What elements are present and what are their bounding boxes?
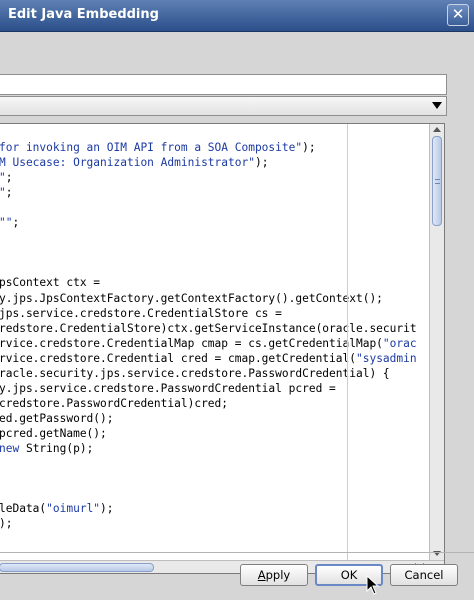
cancel-button[interactable]: Cancel <box>390 564 458 586</box>
code-line: jps.service.credstore.CredentialStore cs… <box>0 307 282 320</box>
scroll-up-icon[interactable] <box>433 127 441 132</box>
code-token: ed.getPassword(); <box>0 411 114 425</box>
code-token: for invoking an OIM API from a SOA Compo… <box>0 141 303 154</box>
right-margin-line <box>347 124 348 560</box>
name-field[interactable] <box>0 74 447 95</box>
code-line: y.jps.service.credstore.PasswordCredenti… <box>0 382 336 395</box>
code-line: "; <box>0 171 13 184</box>
code-line: M Usecase: Organization Administrator"); <box>0 156 268 169</box>
code-token: ; <box>12 216 20 230</box>
code-token: jps.service.credstore.CredentialStore cs… <box>0 306 282 320</box>
dialog-body: for invoking an OIM API from a SOA Compo… <box>0 32 474 600</box>
window-title: Edit Java Embedding <box>8 7 159 22</box>
code-token: ); <box>0 517 13 531</box>
ok-label: OK <box>340 568 358 582</box>
code-token: racle.security.jps.service.credstore.Pas… <box>0 366 390 380</box>
code-token: y.jps.service.credstore.PasswordCredenti… <box>0 381 336 395</box>
code-token: psContext ctx = <box>0 276 101 290</box>
code-line: ""; <box>0 216 19 229</box>
code-token: M Usecase: Organization Administrator" <box>0 156 255 170</box>
code-token: rvice.credstore.CredentialMap cmap = cs.… <box>0 336 383 350</box>
code-line: y.jps.JpsContextFactory.getContextFactor… <box>0 292 383 305</box>
code-token: "" <box>0 216 13 230</box>
code-token: "oimurl" <box>46 502 101 516</box>
vertical-scroll-thumb[interactable] <box>432 136 442 226</box>
grip-icon <box>435 179 440 184</box>
code-line: "; <box>0 186 13 199</box>
mouse-pointer-icon <box>366 575 380 595</box>
code-line: new String(p); <box>0 442 93 455</box>
code-token: ); <box>302 141 316 154</box>
close-button[interactable]: ✕ <box>447 4 469 26</box>
chevron-down-icon <box>432 102 442 109</box>
code-token: rvice.credstore.Credential cred = cmap.g… <box>0 351 356 365</box>
close-icon: ✕ <box>451 5 465 23</box>
code-line: pcred.getName(); <box>0 427 107 440</box>
code-line: leData("oimurl"); <box>0 502 114 515</box>
code-line: rvice.credstore.Credential cred = cmap.g… <box>0 352 417 365</box>
code-token: ; <box>5 186 13 200</box>
apply-mnemonic: A <box>257 568 266 582</box>
apply-label-rest: pply <box>265 568 291 582</box>
code-line: psContext ctx = <box>0 276 100 289</box>
code-token: String(p); <box>19 442 94 455</box>
code-line: racle.security.jps.service.credstore.Pas… <box>0 367 390 380</box>
code-editor[interactable]: for invoking an OIM API from a SOA Compo… <box>0 123 445 574</box>
code-line: rvice.credstore.CredentialMap cmap = cs.… <box>0 337 417 350</box>
code-token: leData( <box>0 502 47 516</box>
horizontal-scroll-thumb[interactable] <box>0 563 154 572</box>
code-token: ); <box>254 156 269 170</box>
code-token: pcred.getName(); <box>0 426 107 440</box>
code-token: ); <box>100 502 114 516</box>
code-line: redstore.CredentialStore)ctx.getServiceI… <box>0 322 417 335</box>
code-area[interactable]: for invoking an OIM API from a SOA Compo… <box>0 124 429 560</box>
code-token: redstore.CredentialStore)ctx.getServiceI… <box>0 321 417 335</box>
code-token: new <box>0 442 20 455</box>
code-token: "sysadmin <box>355 351 417 365</box>
cancel-label: Cancel <box>404 568 444 582</box>
apply-button[interactable]: Apply <box>240 564 308 586</box>
code-token: y.jps.JpsContextFactory.getContextFactor… <box>0 291 383 305</box>
code-line: for invoking an OIM API from a SOA Compo… <box>0 141 316 154</box>
button-separator <box>0 552 474 553</box>
code-token: credstore.PasswordCredential)cred; <box>0 396 229 410</box>
vertical-scrollbar[interactable] <box>429 124 444 560</box>
code-token: ; <box>5 171 13 185</box>
code-line: credstore.PasswordCredential)cred; <box>0 397 228 410</box>
title-bar: Edit Java Embedding ✕ <box>0 0 474 32</box>
code-line: ); <box>0 517 12 530</box>
code-line: ed.getPassword(); <box>0 412 114 425</box>
code-token: "orac <box>382 336 417 350</box>
language-combo[interactable] <box>0 96 447 116</box>
